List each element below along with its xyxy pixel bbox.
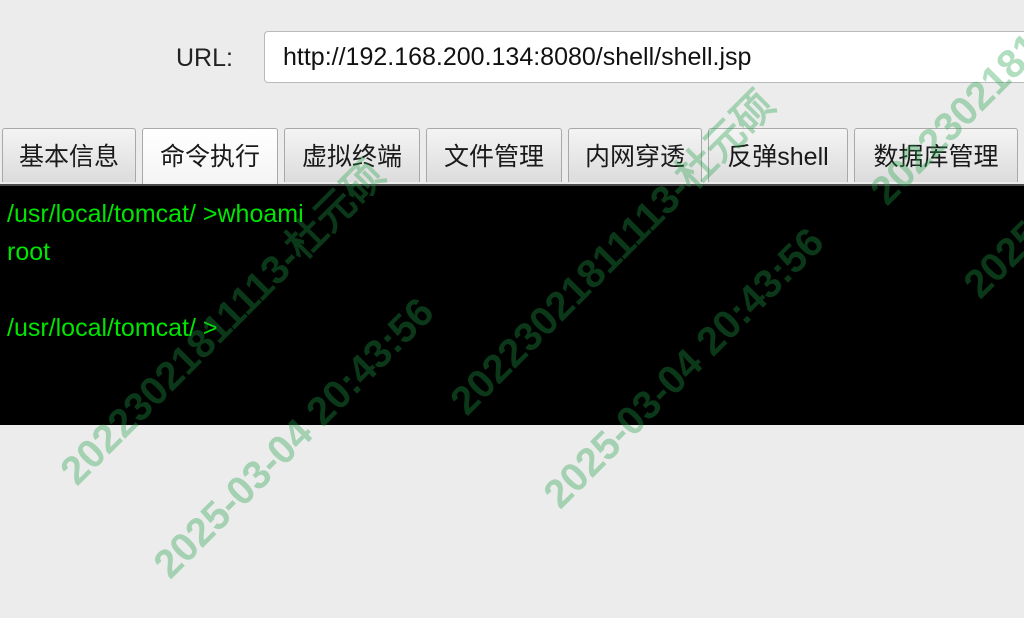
url-input[interactable] <box>264 31 1024 83</box>
tab-basic-info[interactable]: 基本信息 <box>2 128 136 182</box>
tab-virtual-terminal[interactable]: 虚拟终端 <box>284 128 420 182</box>
tab-label: 文件管理 <box>443 143 544 171</box>
tab-bar: 基本信息 命令执行 虚拟终端 文件管理 内网穿透 反弹shell 数据库管理 <box>0 128 1024 185</box>
tab-intranet-tunnel[interactable]: 内网穿透 <box>568 128 702 182</box>
terminal-line: root <box>7 238 51 266</box>
tab-file-manager[interactable]: 文件管理 <box>426 128 562 182</box>
tab-label: 数据库管理 <box>873 143 999 171</box>
url-toolbar: URL: <box>0 0 1024 120</box>
terminal-line: /usr/local/tomcat/ >whoami <box>7 200 304 228</box>
tab-label: 命令执行 <box>159 143 260 171</box>
url-label: URL: <box>176 44 233 72</box>
tab-command-exec[interactable]: 命令执行 <box>142 128 278 185</box>
tab-database-manager[interactable]: 数据库管理 <box>854 128 1018 182</box>
tab-label: 基本信息 <box>18 143 119 171</box>
tab-label: 内网穿透 <box>584 143 685 171</box>
terminal-output[interactable]: /usr/local/tomcat/ >whoami root /usr/loc… <box>0 184 1024 425</box>
tab-label: 虚拟终端 <box>301 143 402 171</box>
tab-label: 反弹shell <box>727 143 829 171</box>
tab-reverse-shell[interactable]: 反弹shell <box>708 128 848 182</box>
terminal-line: /usr/local/tomcat/ > <box>7 314 218 342</box>
